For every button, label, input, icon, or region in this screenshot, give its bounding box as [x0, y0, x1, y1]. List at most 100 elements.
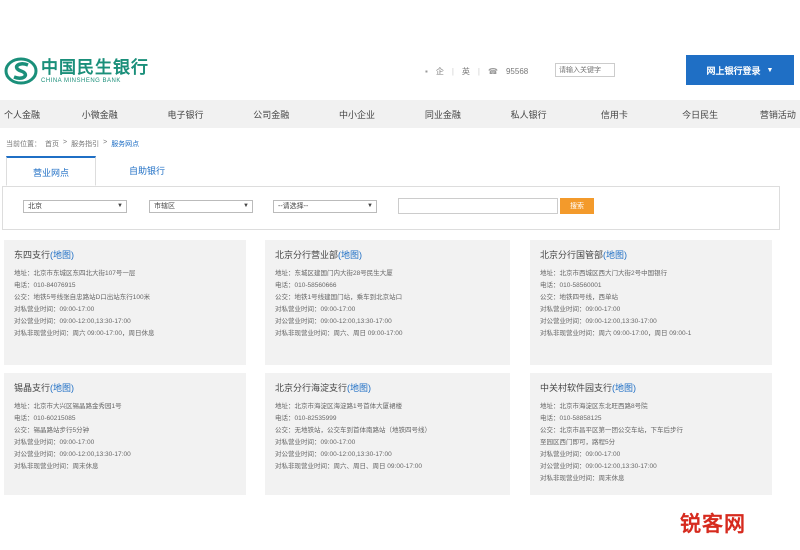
- branch-info-line: 电话：010-58560001: [540, 282, 602, 289]
- branch-title: 锡晶支行(地图): [14, 381, 238, 394]
- top-link-english[interactable]: 英: [462, 66, 470, 77]
- branch-info-line: 至园区西门即可，路程5分: [540, 439, 616, 446]
- watermark: 锐客网: [680, 512, 746, 536]
- branch-info-line: 对私非现营业时间：周末休息: [540, 475, 625, 482]
- branch-title: 东四支行(地图): [14, 248, 238, 261]
- branch-info-line: 对私营业时间：09:00-17:00: [14, 439, 95, 446]
- divider: |: [477, 67, 480, 76]
- branch-map-link[interactable]: (地图): [347, 383, 371, 393]
- branch-info-line: 电话：010-58560666: [275, 282, 337, 289]
- branch-info-line: 对私非现营业时间：周六、周日 09:00-17:00: [275, 330, 403, 337]
- branch-info-line: 地址：北京市海淀区东北旺西路8号院: [540, 403, 648, 410]
- search-button[interactable]: 搜索: [560, 198, 594, 214]
- nav-item[interactable]: 私人银行: [489, 108, 569, 121]
- breadcrumb-service-guide[interactable]: 服务指引: [71, 139, 99, 149]
- breadcrumb-separator: >: [63, 139, 68, 146]
- breadcrumb-home[interactable]: 首页: [45, 139, 59, 149]
- breadcrumb: 当前位置： 首页 > 服务指引 > 服务网点: [6, 139, 139, 149]
- breadcrumb-separator: >: [103, 139, 108, 146]
- branch-card: 北京分行营业部(地图) 地址：东城区建国门内大街28号民生大厦 电话：010-585…: [265, 240, 510, 365]
- chevron-down-icon: ▼: [243, 203, 249, 209]
- branch-name: 锡晶支行: [14, 383, 51, 393]
- login-button-label: 网上银行登录: [706, 65, 761, 76]
- search-input[interactable]: [555, 63, 615, 77]
- branch-name: 北京分行营业部: [275, 250, 339, 260]
- branch-info-line: 对私营业时间：09:00-17:00: [540, 306, 621, 313]
- minsheng-logo-icon: [4, 57, 38, 85]
- branch-map-link[interactable]: (地图): [612, 383, 636, 393]
- logo-name-cn: 中国民生银行: [41, 57, 149, 77]
- branch-info-line: 电话：010-84076915: [14, 282, 76, 289]
- branch-map-link[interactable]: (地图): [50, 383, 74, 393]
- branch-info-line: 对公营业时间：09:00-12:00,13:30-17:00: [14, 451, 131, 458]
- nav-item[interactable]: 信用卡: [574, 108, 654, 121]
- nav-item[interactable]: 中小企业: [317, 108, 397, 121]
- nav-item[interactable]: 公司金融: [231, 108, 311, 121]
- hotline: 95568: [505, 67, 529, 76]
- nav-item[interactable]: 同业金融: [403, 108, 483, 121]
- branch-info-line: 地址：北京市海淀区海淀路1号首体大厦裙楼: [275, 403, 403, 410]
- branch-map-link[interactable]: (地图): [603, 250, 627, 260]
- tab-bar: 营业网点 自助银行: [2, 156, 780, 187]
- district-select-value: 市辖区: [154, 203, 175, 210]
- branch-card: 东四支行(地图) 地址：北京市东城区东四北大街107号一层 电话：010-84076…: [4, 240, 246, 365]
- branch-info-line: 地址：东城区建国门内大街28号民生大厦: [275, 270, 393, 277]
- branch-card: 北京分行海淀支行(地图) 地址：北京市海淀区海淀路1号首体大厦裙楼 电话：010-8…: [265, 373, 510, 495]
- bank-logo[interactable]: 中国民生银行 CHINA MINSHENG BANK: [4, 54, 164, 88]
- branch-info-line: 对私营业时间：09:00-17:00: [14, 306, 95, 313]
- nav-item[interactable]: 电子银行: [146, 108, 226, 121]
- branch-name: 北京分行国管部: [540, 250, 604, 260]
- branch-card: 北京分行国管部(地图) 地址：北京市西城区西大门大街2号中国银行 电话：010-58…: [530, 240, 772, 365]
- branch-title: 北京分行营业部(地图): [275, 248, 502, 261]
- branch-info-line: 地址：北京市西城区西大门大街2号中国银行: [540, 270, 668, 277]
- branch-info-line: 对私非现营业时间：周六、周日、周日 09:00-17:00: [275, 463, 423, 470]
- chevron-down-icon: ▼: [117, 203, 123, 209]
- bookmark-icon: ▪: [425, 67, 428, 76]
- branch-title: 中关村软件园支行(地图): [540, 381, 764, 394]
- branch-info-line: 公交：无地铁站，公交车到首体南路站（地铁四号线）: [275, 427, 431, 434]
- branch-info-line: 对公营业时间：09:00-12:00,13:30-17:00: [275, 318, 392, 325]
- branch-map-link[interactable]: (地图): [50, 250, 74, 260]
- branch-info-line: 地址：北京市东城区东四北大街107号一层: [14, 270, 136, 277]
- breadcrumb-current: 服务网点: [111, 141, 140, 148]
- type-select[interactable]: --请选择-- ▼: [273, 200, 377, 213]
- branch-name: 北京分行海淀支行: [275, 383, 348, 393]
- branch-info-line: 对私营业时间：09:00-17:00: [275, 439, 356, 446]
- nav-item[interactable]: 个人金融: [4, 108, 54, 121]
- branch-info-line: 对私非现营业时间：周六 09:00-17:00，周日休息: [14, 330, 155, 337]
- branch-title: 北京分行海淀支行(地图): [275, 381, 502, 394]
- branch-info-line: 对私非现营业时间：周六 09:00-17:00，周日 09:00-1: [540, 330, 692, 337]
- branch-info-line: 电话：010-60215085: [14, 415, 76, 422]
- branch-info-line: 公交：地铁四号线，西单站: [540, 294, 618, 301]
- branch-info-line: 对公营业时间：09:00-12:00,13:30-17:00: [540, 463, 657, 470]
- top-links: ▪ 企 | 英 | ☎ 95568: [425, 66, 528, 77]
- branch-info-line: 公交：锡晶路站步行5分钟: [14, 427, 90, 434]
- branch-map-link[interactable]: (地图): [338, 250, 362, 260]
- divider: |: [451, 67, 454, 76]
- district-select[interactable]: 市辖区 ▼: [149, 200, 253, 213]
- branch-info-line: 对私营业时间：09:00-17:00: [540, 451, 621, 458]
- online-banking-login-button[interactable]: 网上银行登录 ▼: [686, 55, 794, 85]
- branch-info-line: 对公营业时间：09:00-12:00,13:30-17:00: [275, 451, 392, 458]
- keyword-input[interactable]: [398, 198, 558, 214]
- branch-info-line: 公交：地铁1号线建国门站，乘车到北京站口: [275, 294, 403, 301]
- branch-info-line: 地址：北京市大兴区锡晶路金秀园1号: [14, 403, 122, 410]
- type-select-value: --请选择--: [278, 203, 309, 210]
- branch-info-line: 公交：北京市昌平区第一团公交车站，下车后步行: [540, 427, 683, 434]
- tab-self-service[interactable]: 自助银行: [112, 156, 182, 186]
- tab-branches[interactable]: 营业网点: [6, 156, 96, 186]
- branch-info-line: 对私营业时间：09:00-17:00: [275, 306, 356, 313]
- nav-item[interactable]: 小微金融: [60, 108, 140, 121]
- branch-info-line: 电话：010-58858125: [540, 415, 602, 422]
- branch-name: 中关村软件园支行: [540, 383, 613, 393]
- city-select[interactable]: 北京 ▼: [23, 200, 127, 213]
- branch-name: 东四支行: [14, 250, 51, 260]
- branch-info-line: 对私非现营业时间：周末休息: [14, 463, 99, 470]
- top-link-enterprise[interactable]: 企: [436, 66, 444, 77]
- nav-item[interactable]: 今日民生: [660, 108, 740, 121]
- phone-icon: ☎: [488, 67, 498, 76]
- nav-item[interactable]: 营销活动: [746, 108, 796, 121]
- branch-info-line: 公交：地铁5号线张自忠路站D口出站东行100米: [14, 294, 151, 301]
- branch-title: 北京分行国管部(地图): [540, 248, 764, 261]
- branch-info-line: 电话：010-82535999: [275, 415, 337, 422]
